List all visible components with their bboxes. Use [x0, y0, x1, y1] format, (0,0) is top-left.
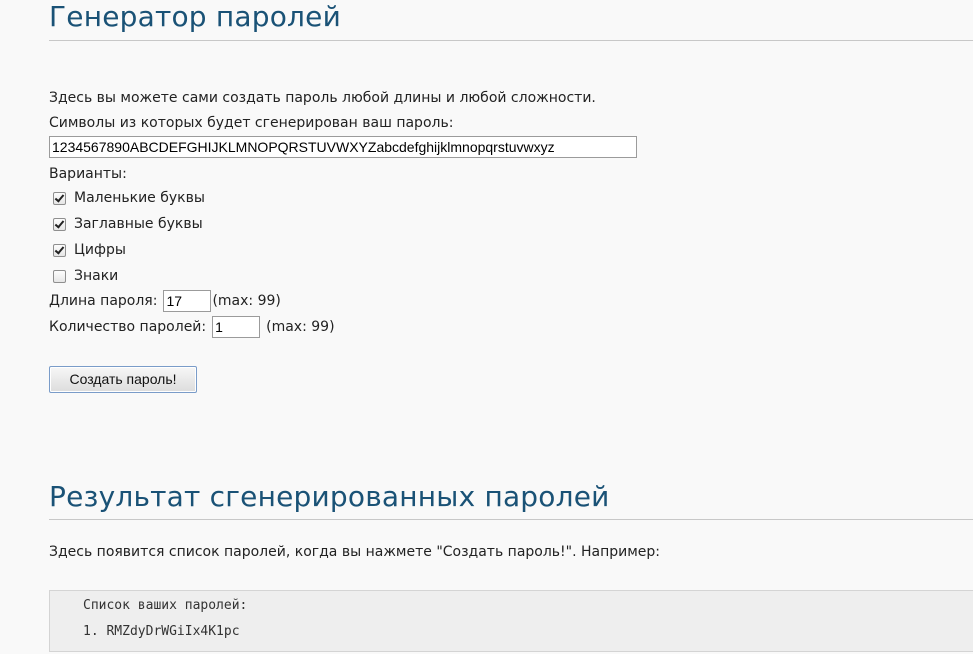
symbols-label: Символы из которых будет сгенерирован ва…	[49, 115, 454, 131]
option-uppercase[interactable]: Заглавные буквы	[53, 215, 203, 233]
count-input[interactable]: 1	[212, 316, 261, 338]
symbols-input[interactable]: 1234567890ABCDEFGHIJKLMNOPQRSTUVWXYZabcd…	[49, 136, 637, 158]
list-item-password: RMZdyDrWGiIx4K1pc	[106, 624, 240, 639]
create-password-button[interactable]: Создать пароль!	[49, 366, 197, 393]
symbols-checkbox[interactable]	[53, 269, 66, 283]
length-label: Длина пароля:	[49, 293, 158, 309]
digits-checkbox[interactable]	[53, 243, 66, 257]
password-list-box: Список ваших паролей: 1. RMZdyDrWGiIx4K1…	[49, 590, 973, 652]
lowercase-checkbox[interactable]	[53, 191, 66, 205]
results-hint: Здесь появится список паролей, когда вы …	[49, 544, 661, 560]
option-label: Знаки	[74, 268, 119, 284]
variants-label: Варианты:	[49, 166, 127, 182]
results-title: Результат сгенерированных паролей	[49, 477, 973, 520]
password-list-title: Список ваших паролей:	[83, 598, 248, 613]
count-max-hint: (max: 99)	[266, 319, 335, 335]
option-symbols[interactable]: Знаки	[53, 267, 118, 285]
option-lowercase[interactable]: Маленькие буквы	[53, 189, 205, 207]
intro-text: Здесь вы можете сами создать пароль любо…	[49, 90, 596, 106]
length-max-hint: (max: 99)	[212, 293, 281, 309]
option-digits[interactable]: Цифры	[53, 241, 126, 259]
length-input[interactable]: 17	[163, 290, 212, 312]
list-item: 1. RMZdyDrWGiIx4K1pc	[83, 624, 240, 639]
uppercase-checkbox[interactable]	[53, 217, 66, 231]
length-row: Длина пароля: 17 (max: 99)	[49, 290, 281, 312]
count-label: Количество паролей:	[49, 319, 207, 335]
page-title: Генератор паролей	[49, 0, 973, 41]
option-label: Цифры	[74, 242, 126, 258]
option-label: Маленькие буквы	[74, 190, 205, 206]
option-label: Заглавные буквы	[74, 216, 203, 232]
count-row: Количество паролей: 1 (max: 99)	[49, 316, 335, 338]
list-item-number: 1.	[83, 624, 99, 639]
